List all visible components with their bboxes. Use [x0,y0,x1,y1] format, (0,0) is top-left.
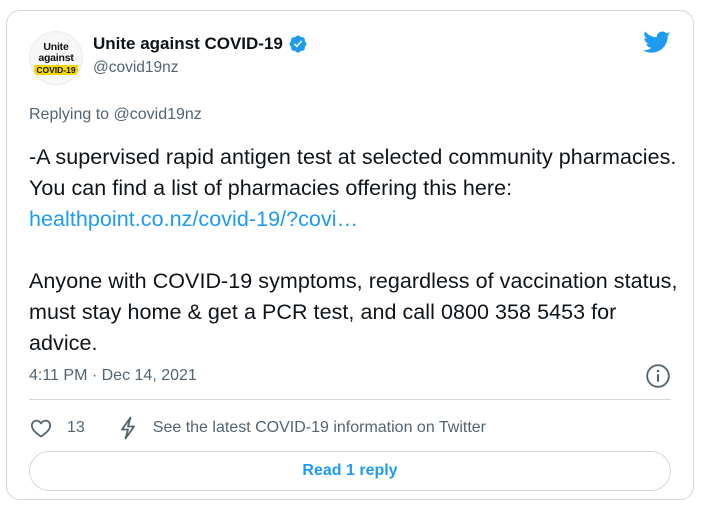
read-replies-label: Read 1 reply [302,462,398,479]
info-icon[interactable] [645,363,671,389]
author-block: Unite against COVID-19 @covid19nz [93,33,308,79]
tweet-link[interactable]: healthpoint.co.nz/covid-19/?covi… [29,207,358,231]
avatar-text-line3: COVID-19 [34,64,78,75]
replying-to-label: Replying to @covid19nz [29,106,202,123]
read-replies-button[interactable]: Read 1 reply [29,451,671,491]
tweet-text-part1: -A supervised rapid antigen test at sele… [29,145,683,200]
author-handle[interactable]: @covid19nz [93,57,308,79]
tweet-text: -A supervised rapid antigen test at sele… [29,142,679,359]
lightning-bolt-icon[interactable] [117,416,139,440]
tweet-actions: 13 See the latest COVID-19 information o… [29,415,486,441]
tweet-card: Unite against COVID-19 Unite against COV… [6,10,694,500]
tweet-text-part2: Anyone with COVID-19 symptoms, regardles… [29,269,678,355]
verified-badge-icon [289,35,307,53]
avatar-text-line1: Unite [43,40,69,53]
twitter-bird-icon[interactable] [643,31,671,55]
like-count: 13 [67,419,85,436]
author-display-name[interactable]: Unite against COVID-19 [93,33,283,55]
avatar[interactable]: Unite against COVID-19 [29,31,83,85]
covid-info-link[interactable]: See the latest COVID-19 information on T… [153,419,486,437]
divider [29,399,671,400]
tweet-timestamp[interactable]: 4:11 PM · Dec 14, 2021 [29,365,197,387]
author-name-row[interactable]: Unite against COVID-19 [93,33,308,55]
avatar-text-line2: against [38,51,74,64]
heart-icon[interactable] [29,416,53,440]
